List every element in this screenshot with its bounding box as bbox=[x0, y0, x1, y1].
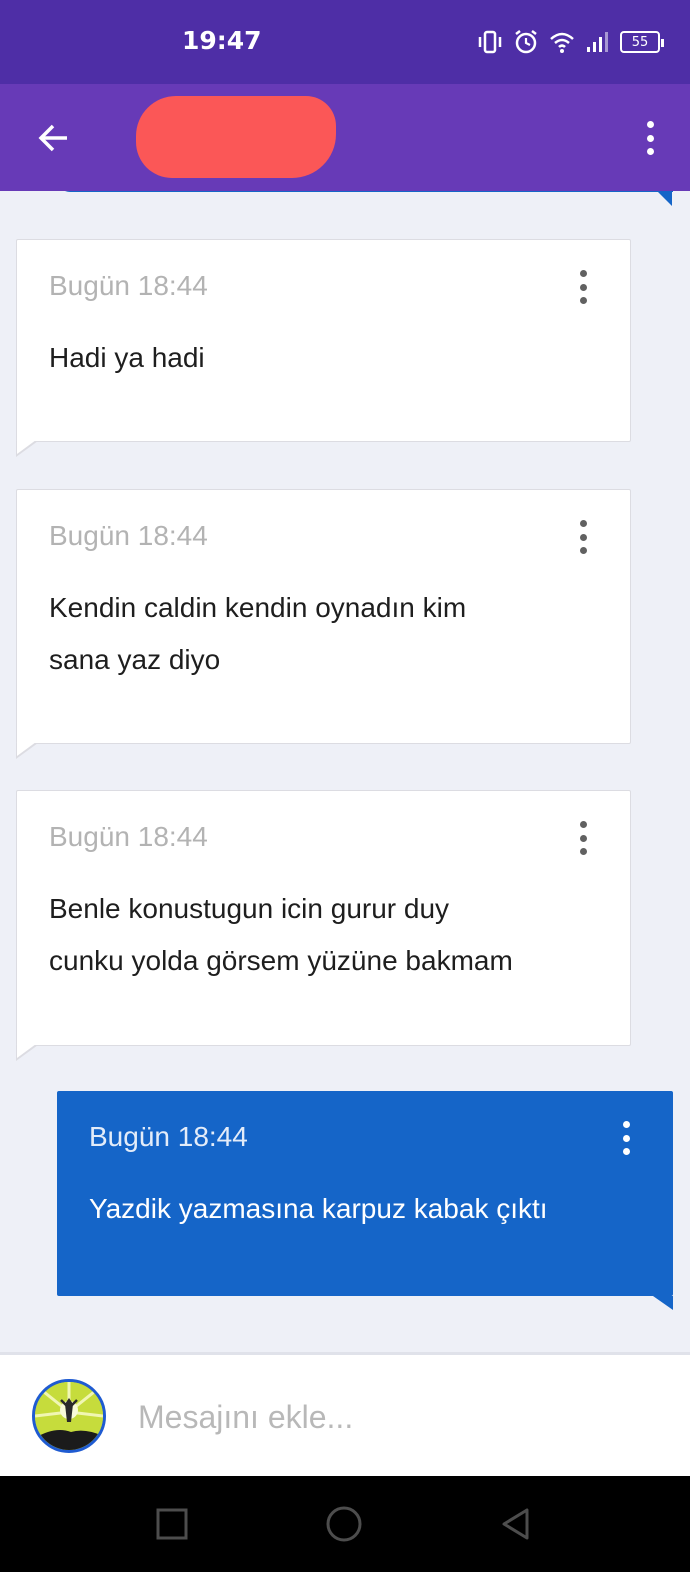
nav-recents-button[interactable] bbox=[146, 1498, 198, 1550]
arrow-left-icon bbox=[38, 124, 67, 152]
message-time: Bugün 18:44 bbox=[89, 1121, 248, 1152]
message-text-line: Kendin caldin kendin oynadın kim bbox=[49, 592, 467, 623]
nav-back-button[interactable] bbox=[490, 1498, 542, 1550]
message-menu-button[interactable] bbox=[576, 520, 590, 554]
message-bubble-incoming: Bugün 18:44 Kendin caldin kendin oynadın… bbox=[16, 489, 631, 759]
avatar[interactable] bbox=[32, 1379, 106, 1453]
avatar-image bbox=[35, 1382, 103, 1450]
message-time: Bugün 18:44 bbox=[49, 520, 208, 551]
message-text-line: cunku yolda görsem yüzüne bakmam bbox=[49, 945, 513, 976]
bubble-tail bbox=[16, 742, 38, 759]
message-input[interactable] bbox=[138, 1395, 638, 1439]
bubble-tail bbox=[16, 1044, 38, 1061]
back-button[interactable] bbox=[30, 114, 78, 162]
system-nav-bar bbox=[0, 1476, 690, 1572]
message-menu-button[interactable] bbox=[576, 270, 590, 304]
circle-icon bbox=[326, 1506, 362, 1542]
message-text: Yazdik yazmasına karpuz kabak çıktı bbox=[89, 1183, 613, 1235]
message-time: Bugün 18:44 bbox=[49, 270, 208, 301]
status-time: 19:47 bbox=[182, 26, 262, 55]
app-bar bbox=[0, 84, 690, 191]
triangle-back-icon bbox=[502, 1508, 529, 1540]
message-composer bbox=[0, 1352, 690, 1476]
message-menu-button[interactable] bbox=[576, 821, 590, 855]
message-text-line: Benle konustugun icin gurur duy bbox=[49, 893, 450, 924]
more-vert-icon bbox=[579, 520, 587, 527]
more-vert-icon bbox=[646, 121, 654, 128]
battery-icon: 55 bbox=[620, 31, 664, 53]
wifi-icon bbox=[550, 32, 574, 53]
square-icon bbox=[156, 1508, 188, 1540]
message-text-line: Yazdik yazmasına karpuz kabak çıktı bbox=[89, 1193, 548, 1224]
status-bar: 19:47 55 bbox=[0, 0, 690, 84]
message-text: Kendin caldin kendin oynadın kim sana ya… bbox=[49, 582, 570, 686]
nav-home-button[interactable] bbox=[318, 1498, 370, 1550]
message-bubble-incoming: Bugün 18:44 Benle konustugun icin gurur … bbox=[16, 790, 631, 1061]
bubble-tail bbox=[16, 440, 38, 457]
message-bubble-outgoing: Bugün 18:44 Yazdik yazmasına karpuz kaba… bbox=[57, 1091, 673, 1310]
message-text: Hadi ya hadi bbox=[49, 332, 570, 384]
message-text: Benle konustugun icin gurur duy cunku yo… bbox=[49, 883, 570, 987]
message-menu-button[interactable] bbox=[619, 1121, 633, 1155]
more-vert-icon bbox=[622, 1121, 630, 1128]
bubble-tail bbox=[653, 1296, 673, 1310]
redacted-title bbox=[136, 96, 336, 178]
alarm-icon bbox=[515, 30, 537, 54]
message-text-line: sana yaz diyo bbox=[49, 644, 221, 675]
status-icons: 55 bbox=[476, 26, 664, 58]
more-vert-icon bbox=[579, 821, 587, 828]
vibrate-icon bbox=[478, 30, 502, 54]
message-text-line: Hadi ya hadi bbox=[49, 342, 205, 373]
overflow-menu-button[interactable] bbox=[638, 118, 662, 158]
message-time: Bugün 18:44 bbox=[49, 821, 208, 852]
more-vert-icon bbox=[579, 270, 587, 277]
signal-icon bbox=[587, 32, 608, 52]
message-bubble-incoming: Bugün 18:44 Hadi ya hadi bbox=[16, 239, 631, 457]
